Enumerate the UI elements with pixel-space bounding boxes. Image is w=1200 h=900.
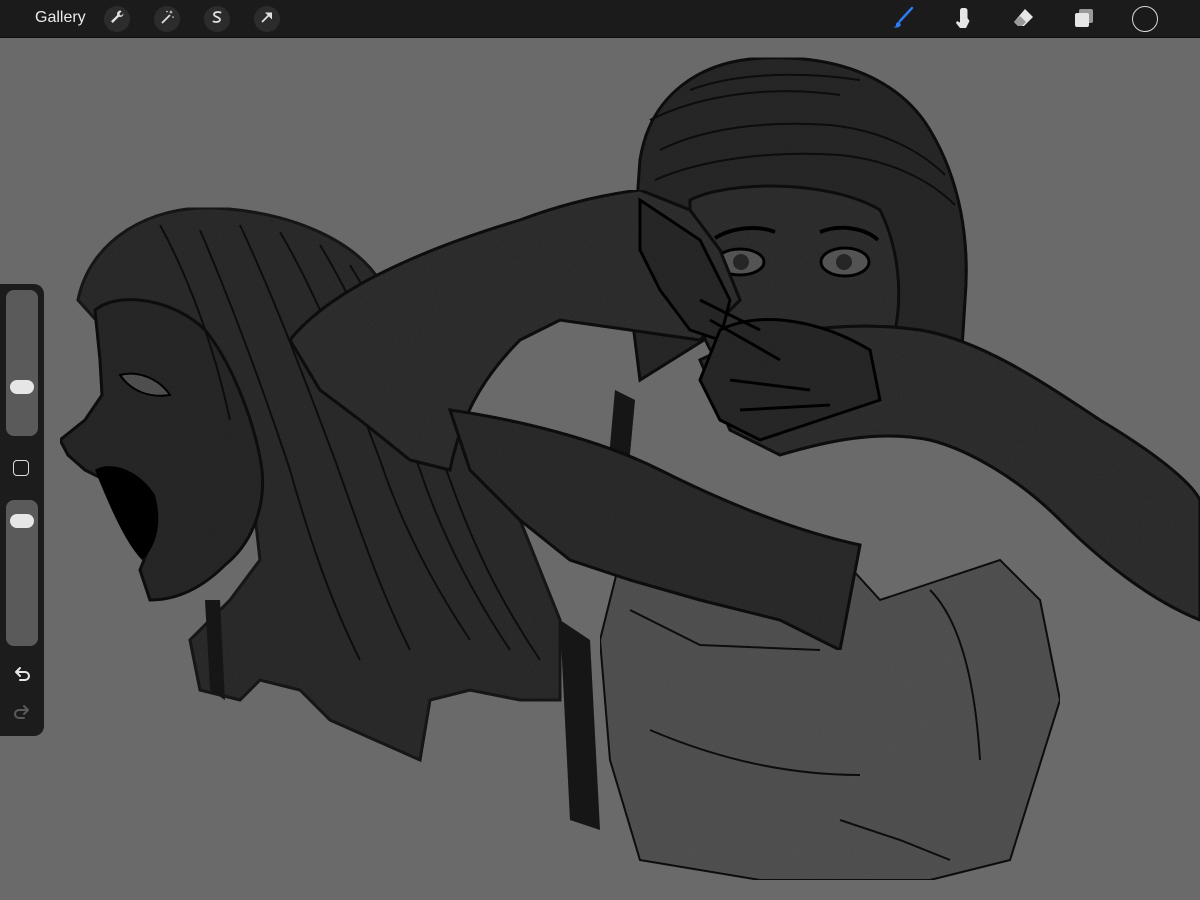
square-modify-icon[interactable] [13,460,29,476]
smudge-finger-icon [950,6,974,35]
gallery-button[interactable]: Gallery [35,9,86,27]
top-toolbar: Gallery [0,0,1200,38]
right-figure [598,56,1062,881]
transform-button[interactable] [254,6,280,32]
smudge-tool-button[interactable] [948,6,976,34]
opacity-thumb[interactable] [10,513,34,528]
magic-wand-icon [159,9,175,30]
arrow-cursor-icon [259,9,275,30]
redo-button[interactable] [10,702,34,726]
selection-s-icon [209,9,225,30]
opacity-slider[interactable] [6,500,38,646]
selection-button[interactable] [204,6,230,32]
color-picker-button[interactable] [1132,6,1158,32]
wrench-icon [109,9,125,30]
brush-icon [891,6,915,35]
layers-button[interactable] [1070,6,1098,34]
drawing-canvas[interactable] [0,39,1200,900]
brush-size-thumb[interactable] [10,379,34,394]
artwork [58,56,1200,881]
layers-icon [1072,6,1096,35]
undo-arrow-icon [12,664,32,689]
procreate-app: Gallery [0,0,1200,900]
eraser-icon [1011,6,1035,35]
actions-button[interactable] [104,6,130,32]
undo-button[interactable] [10,664,34,688]
brush-tool-button[interactable] [889,6,917,34]
redo-arrow-icon [12,702,32,727]
brush-size-slider[interactable] [6,290,38,436]
eraser-tool-button[interactable] [1009,6,1037,34]
side-toolbar [0,284,44,736]
adjustments-button[interactable] [154,6,180,32]
